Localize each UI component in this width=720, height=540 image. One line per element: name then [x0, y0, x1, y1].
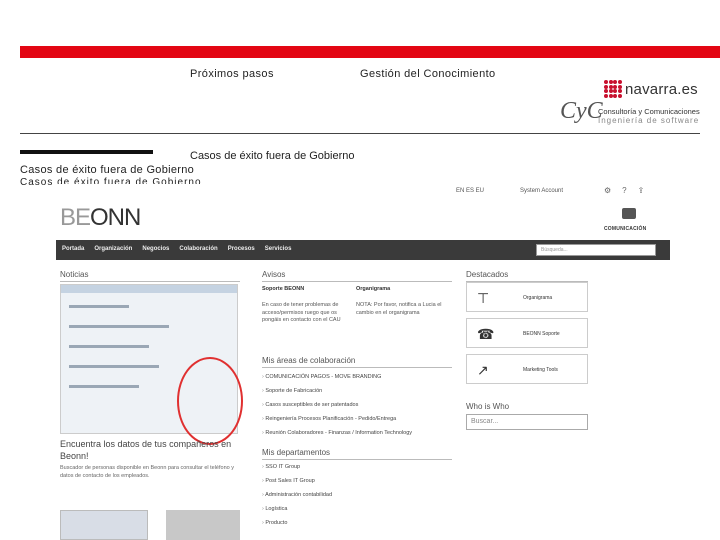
help-icon[interactable]: ? — [622, 186, 626, 195]
department-item[interactable]: Post Sales IT Group — [262, 478, 314, 484]
organigrama-title: Organigrama — [356, 286, 391, 292]
news-image[interactable] — [60, 284, 243, 445]
who-search-input[interactable]: Buscar... — [466, 414, 588, 430]
news-image-line — [69, 365, 159, 368]
settings-icon[interactable]: ⚙ — [604, 186, 611, 195]
top-nav-menu: Portada Organización Negocios Colaboraci… — [62, 246, 291, 252]
news-thumbnail[interactable] — [166, 510, 240, 540]
user-menu[interactable]: System Account — [520, 188, 563, 194]
navarra-dots-icon — [604, 80, 622, 98]
nav-organizacion[interactable]: Organización — [94, 246, 132, 252]
news-image-line — [69, 345, 149, 348]
cyc-logo: CyC Consultoría y Comunicaciones Ingenie… — [560, 98, 700, 128]
nav-link-proximos-pasos[interactable]: Próximos pasos — [190, 68, 274, 80]
suite-bar: EN ES EU System Account ⚙ ? ⇪ — [56, 184, 670, 198]
news-image-line — [69, 385, 139, 388]
news-divider — [60, 281, 240, 282]
destacado-marketing[interactable]: ↗ Marketing Tools — [466, 354, 588, 384]
area-item[interactable]: Reunión Colaboradores - Finanzas / Infor… — [262, 430, 412, 436]
section-marker-bar — [20, 150, 153, 154]
destacado-soporte[interactable]: ☎ BEONN Soporte — [466, 318, 588, 348]
growth-chart-icon: ↗ — [477, 362, 489, 378]
soporte-text: En caso de tener problemas de acceso/per… — [262, 302, 341, 323]
department-item[interactable]: Producto — [262, 520, 287, 526]
nav-portada[interactable]: Portada — [62, 246, 84, 252]
beonn-logo-be: BE — [60, 204, 91, 231]
navarra-logo: navarra.es — [604, 78, 698, 100]
nav-link-gestion-conocimiento[interactable]: Gestión del Conocimiento — [360, 68, 496, 80]
org-chart-icon: ⊤ — [477, 290, 490, 306]
breadcrumb-casos-exito[interactable]: Casos de éxito fuera de Gobierno — [190, 150, 355, 162]
language-switcher[interactable]: EN ES EU — [456, 188, 484, 194]
share-icon[interactable]: ⇪ — [638, 186, 645, 195]
navarra-logo-text: navarra.es — [625, 80, 698, 98]
section-title: Casos de éxito fuera de Gobierno — [20, 164, 195, 176]
department-item[interactable]: SSO IT Group — [262, 464, 300, 470]
area-item[interactable]: Reingeniería Procesos Planificación - Pe… — [262, 416, 396, 422]
areas-heading: Mis áreas de colaboración — [262, 356, 356, 365]
department-item[interactable]: Logística — [262, 506, 287, 512]
news-heading: Noticias — [60, 270, 89, 279]
avisos-divider — [262, 281, 452, 282]
areas-divider — [262, 367, 452, 368]
departamentos-heading: Mis departamentos — [262, 448, 331, 457]
news-image-line — [69, 325, 169, 328]
department-item[interactable]: Administración contabilidad — [262, 492, 332, 498]
suite-bar-icons: ⚙ ? ⇪ — [604, 186, 644, 195]
soporte-title: Soporte BEONN — [262, 286, 305, 292]
destacados-heading: Destacados — [466, 270, 509, 279]
nav-servicios[interactable]: Servicios — [265, 246, 292, 252]
area-item[interactable]: COMUNICACIÓN PAGOS - MOVE BRANDING — [262, 374, 381, 380]
area-item[interactable]: Soporte de Fabricación — [262, 388, 322, 394]
cyc-logo-mark: CyC — [560, 98, 603, 124]
communication-label[interactable]: COMUNICACIÓN — [604, 226, 646, 232]
header-divider — [20, 133, 700, 134]
cyc-logo-line1: Consultoría y Comunicaciones — [598, 107, 700, 116]
cyc-logo-line2: Ingeniería de software — [598, 116, 700, 125]
news-thumbnail[interactable] — [60, 510, 148, 540]
top-navigation: Portada Organización Negocios Colaboraci… — [56, 240, 670, 260]
search-placeholder: Búsqueda... — [541, 247, 568, 253]
beonn-logo: BEONN — [60, 204, 141, 232]
destacado-label: Marketing Tools — [523, 367, 558, 373]
destacado-label: Organigrama — [523, 295, 553, 301]
news-text: Buscador de personas disponible en Beonn… — [60, 465, 234, 479]
nav-negocios[interactable]: Negocios — [142, 246, 169, 252]
news-image-line — [69, 305, 129, 308]
organigrama-text: NOTA: Por favor, notifica a Lucia el cam… — [356, 302, 442, 316]
nav-procesos[interactable]: Procesos — [228, 246, 255, 252]
highlight-circle — [177, 357, 243, 445]
news-title[interactable]: Encuentra los datos de tus compañeros en… — [60, 438, 240, 462]
top-accent-bar — [20, 46, 720, 58]
news-image-bar — [61, 285, 237, 293]
destacado-organigrama[interactable]: ⊤ Organigrama — [466, 282, 588, 312]
headset-icon: ☎ — [477, 326, 495, 342]
destacado-label: BEONN Soporte — [523, 331, 560, 337]
intranet-screenshot: EN ES EU System Account ⚙ ? ⇪ BEONN COMU… — [56, 184, 670, 540]
who-search-placeholder: Buscar... — [471, 418, 499, 425]
departamentos-divider — [262, 459, 452, 460]
nav-colaboracion[interactable]: Colaboración — [179, 246, 217, 252]
area-item[interactable]: Casos susceptibles de ser patentados — [262, 402, 358, 408]
who-heading: Who is Who — [466, 402, 510, 411]
chat-icon[interactable] — [622, 208, 636, 219]
beonn-logo-onn: ONN — [90, 204, 141, 231]
search-input[interactable]: Búsqueda... — [536, 244, 656, 256]
avisos-heading: Avisos — [262, 270, 286, 279]
